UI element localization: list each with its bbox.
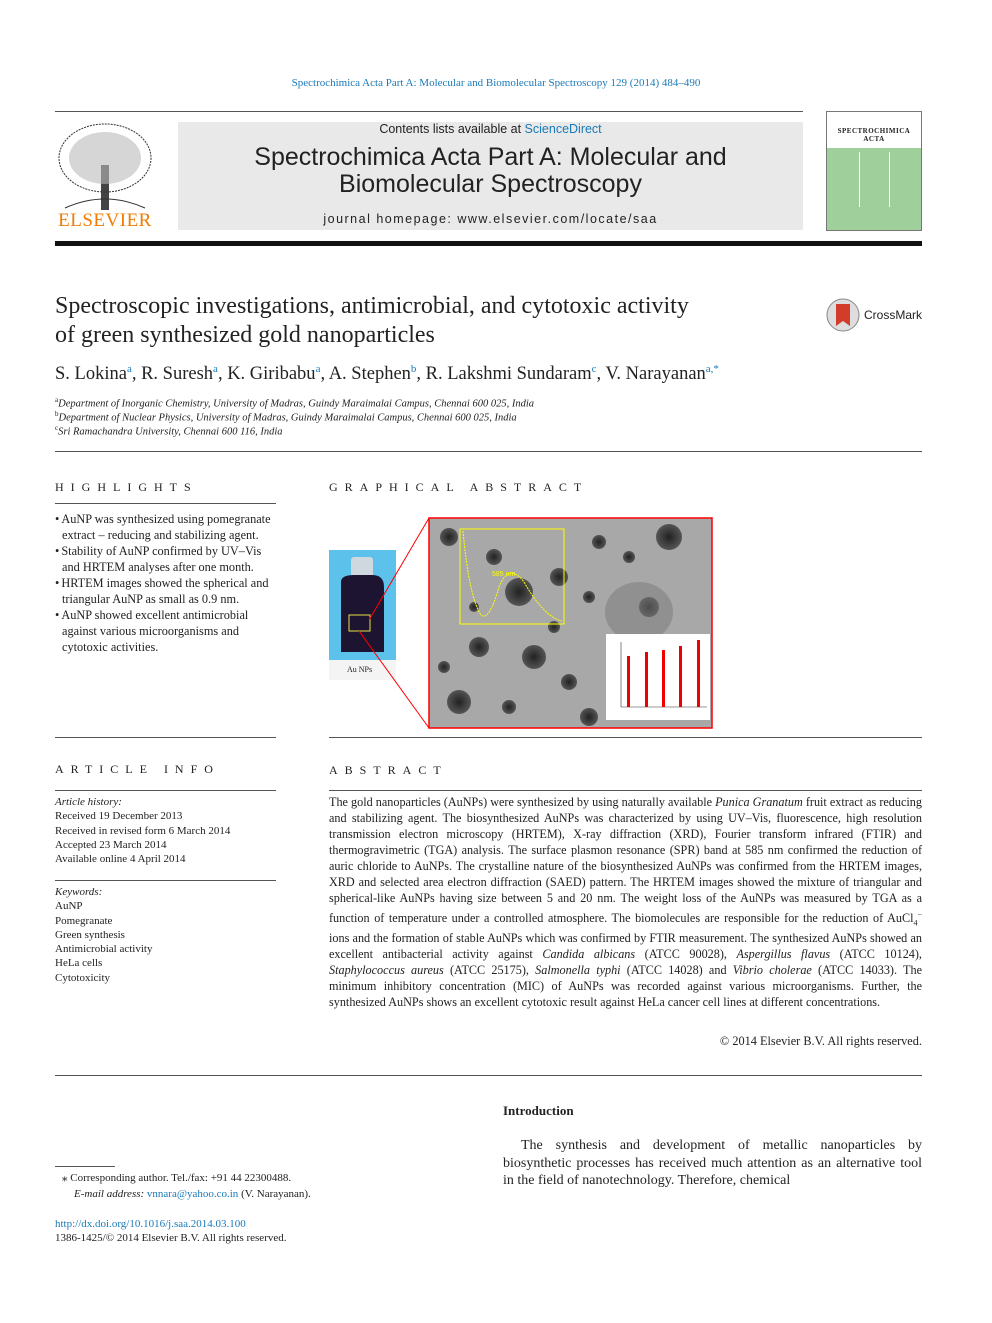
divider (55, 503, 276, 504)
title-line: of green synthesized gold nanoparticles (55, 322, 435, 348)
journal-homepage[interactable]: journal homepage: www.elsevier.com/locat… (178, 212, 803, 226)
header-rule (55, 241, 922, 246)
highlight-item: HRTEM images showed the spherical and tr… (55, 575, 280, 607)
cover-title: SPECTROCHIMICA ACTA (827, 112, 921, 148)
graphical-abstract-figure[interactable]: Au NPs 585 nm (329, 517, 715, 729)
tree-icon (58, 123, 152, 210)
author[interactable]: S. Lokinaa (55, 363, 132, 384)
keywords: Keywords: AuNP Pomegranate Green synthes… (55, 885, 152, 985)
highlights-heading: HIGHLIGHTS (55, 480, 198, 494)
contents-line: Contents lists available at ScienceDirec… (178, 122, 803, 136)
keyword: Antimicrobial activity (55, 943, 153, 956)
doi-link-text[interactable]: http://dx.doi.org/10.1016/j.saa.2014.03.… (55, 1218, 246, 1230)
keyword: AuNP (55, 900, 83, 913)
affiliation: aDepartment of Inorganic Chemistry, Univ… (55, 396, 534, 410)
elsevier-logo[interactable]: ELSEVIER (55, 120, 155, 232)
history-item: Received in revised form 6 March 2014 (55, 824, 231, 837)
keyword: Cytotoxicity (55, 971, 110, 984)
email-link[interactable]: vnnara@yahoo.co.in (147, 1188, 238, 1200)
affiliation: cSri Ramachandra University, Chennai 600… (55, 424, 283, 438)
sciencedirect-link[interactable]: ScienceDirect (525, 122, 602, 136)
highlight-item: AuNP was synthesized using pomegranate e… (55, 511, 280, 543)
abstract-heading: ABSTRACT (329, 763, 448, 777)
issn-copyright: 1386-1425/© 2014 Elsevier B.V. All right… (55, 1232, 287, 1244)
crossmark-icon (826, 298, 860, 332)
contents-prefix: Contents lists available at (379, 122, 525, 136)
keyword: Pomegranate (55, 914, 113, 927)
graphical-abstract-image (329, 517, 713, 729)
vial-label: Au NPs (347, 665, 373, 674)
divider (329, 790, 922, 791)
history-item: Accepted 23 March 2014 (55, 838, 167, 851)
divider (55, 1075, 922, 1076)
email-suffix: (V. Narayanan). (238, 1188, 311, 1200)
history-item: Received 19 December 2013 (55, 810, 183, 823)
introduction-heading: Introduction (503, 1103, 574, 1118)
author[interactable]: V. Narayanana,* (605, 363, 718, 384)
divider (55, 880, 276, 881)
footnote-rule (55, 1166, 115, 1167)
author[interactable]: R. Lakshmi Sundaramc (426, 363, 597, 384)
peak-label: 585 nm (492, 571, 516, 578)
email-note: E-mail address: vnnara@yahoo.co.in (V. N… (74, 1186, 311, 1202)
title-line: Spectroscopic investigations, antimicrob… (55, 293, 689, 319)
crossmark-button[interactable]: CrossMark (826, 298, 922, 332)
crossmark-label: CrossMark (864, 308, 923, 322)
divider (55, 790, 276, 791)
publisher-name: ELSEVIER (58, 210, 152, 231)
journal-title-line: Spectrochimica Acta Part A: Molecular an… (254, 143, 727, 171)
highlights-list: AuNP was synthesized using pomegranate e… (55, 511, 280, 655)
email-label: E-mail address: (74, 1188, 145, 1200)
divider (329, 737, 922, 738)
affiliation: bDepartment of Nuclear Physics, Universi… (55, 410, 517, 424)
divider (55, 737, 276, 738)
introduction-text: The synthesis and development of metalli… (503, 1138, 922, 1188)
highlight-item: AuNP showed excellent antimicrobial agai… (55, 607, 280, 655)
article-info-heading: ARTICLE INFO (55, 762, 220, 776)
journal-title-line: Biomolecular Spectroscopy (339, 170, 642, 198)
journal-citation[interactable]: Spectrochimica Acta Part A: Molecular an… (0, 77, 992, 89)
article-title: Spectroscopic investigations, antimicrob… (55, 292, 689, 350)
history-label: Article history: (55, 796, 122, 808)
keyword: Green synthesis (55, 928, 125, 941)
history-item: Available online 4 April 2014 (55, 853, 186, 866)
corresponding-author-note: ⁎ Corresponding author. Tel./fax: +91 44… (62, 1172, 292, 1184)
divider (55, 111, 803, 112)
graphical-abstract-heading: GRAPHICAL ABSTRACT (329, 480, 589, 494)
divider (55, 451, 922, 452)
article-history: Article history: Received 19 December 20… (55, 795, 230, 866)
journal-cover[interactable]: SPECTROCHIMICA ACTA (826, 111, 922, 231)
keywords-label: Keywords: (55, 886, 103, 898)
abstract-copyright: © 2014 Elsevier B.V. All rights reserved… (719, 1034, 922, 1048)
author[interactable]: R. Suresha (141, 363, 218, 384)
highlight-item: Stability of AuNP confirmed by UV–Vis an… (55, 543, 280, 575)
author[interactable]: K. Giribabua (227, 363, 320, 384)
author[interactable]: A. Stephenb (329, 363, 417, 384)
keyword: HeLa cells (55, 957, 103, 970)
journal-title: Spectrochimica Acta Part A: Molecular an… (178, 144, 803, 198)
abstract-text: The gold nanoparticles (AuNPs) were synt… (329, 795, 922, 1009)
journal-banner: Contents lists available at ScienceDirec… (178, 122, 803, 230)
author-list: S. Lokinaa, R. Suresha, K. Giribabua, A.… (55, 363, 719, 385)
